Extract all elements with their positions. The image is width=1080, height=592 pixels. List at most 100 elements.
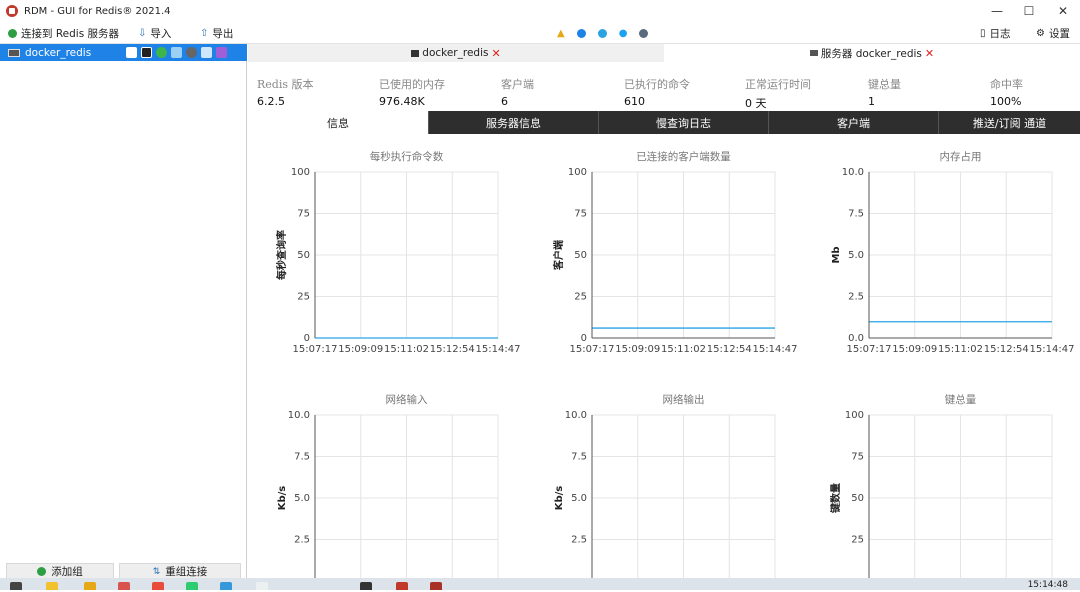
y-axis-label: 客户端 <box>552 240 565 271</box>
subtab-server-info[interactable]: 服务器信息 <box>428 111 598 134</box>
tab-label: docker_redis <box>422 47 489 59</box>
server-subtabs: 信息 服务器信息 慢查询日志 客户端 推送/订阅 通道 <box>248 111 1080 134</box>
help-icon[interactable] <box>576 28 586 38</box>
y-axis-label: 键数量 <box>829 483 842 514</box>
stat-value: 1 <box>868 95 875 108</box>
log-icon: ▯ <box>980 27 986 39</box>
stat-value: 6 <box>501 95 508 108</box>
export-label: 导出 <box>212 27 234 40</box>
y-tick-label: 75 <box>574 209 587 220</box>
twitter-icon[interactable]: ● <box>619 28 628 39</box>
window-title: RDM - GUI for Redis® 2021.4 <box>24 5 171 17</box>
explorer-icon[interactable] <box>46 582 58 590</box>
y-tick-label: 100 <box>845 410 864 421</box>
subtab-pubsub[interactable]: 推送/订阅 通道 <box>938 111 1080 134</box>
stat-label: 已使用的内存 <box>379 78 445 91</box>
stat-label: 键总量 <box>868 78 901 91</box>
y-tick-label: 50 <box>574 250 587 261</box>
chart-svg: 网络输入 Kb/s 2.5 5.0 7.5 10.0 <box>277 393 499 589</box>
delete-icon[interactable] <box>216 47 227 58</box>
database-icon[interactable] <box>126 47 137 58</box>
disconnect-icon[interactable] <box>171 47 182 58</box>
settings-button[interactable]: ⚙ 设置 <box>1036 25 1070 41</box>
x-tick-label: 15:14:47 <box>753 344 798 355</box>
reload-icon[interactable] <box>156 47 167 58</box>
gear-icon[interactable] <box>186 47 197 58</box>
search-icon[interactable] <box>256 582 268 590</box>
y-tick-label: 5.0 <box>294 493 310 504</box>
console-icon[interactable] <box>141 47 152 58</box>
chart-title: 网络输出 <box>663 393 705 406</box>
rdm-taskbar-icon[interactable] <box>396 582 408 590</box>
app-icon[interactable] <box>118 582 130 590</box>
community-links: ▲ ● <box>557 25 649 41</box>
edit-icon[interactable] <box>201 47 212 58</box>
y-tick-label: 75 <box>851 452 864 463</box>
chat-icon[interactable] <box>186 582 198 590</box>
stat-value: 0 天 <box>745 97 767 110</box>
connection-name: docker_redis <box>25 46 92 59</box>
telegram-icon[interactable] <box>597 28 607 38</box>
stat-value: 100% <box>990 95 1022 108</box>
chart-memory-usage: 内存占用 Mb 0.0 2.5 5.0 7.5 10.0 15:07:17 15:09:09 15… <box>817 146 1077 369</box>
stat-label: 已执行的命令 <box>624 78 690 91</box>
tab-server-docker-redis[interactable]: 服务器 docker_redis ✕ <box>664 44 1080 62</box>
y-tick-label: 7.5 <box>848 209 864 220</box>
y-axis-label: Mb <box>831 246 842 263</box>
import-icon: ⇩ <box>138 27 147 39</box>
settings-label: 设置 <box>1048 27 1070 40</box>
subtab-slowlog[interactable]: 慢查询日志 <box>598 111 768 134</box>
y-tick-label: 50 <box>297 250 310 261</box>
chart-commands-per-sec: 每秒执行命令数 每秒查询率 0 25 50 75 100 15:07:17 15:09:09 15… <box>263 146 523 369</box>
y-tick-label: 0 <box>304 333 310 344</box>
tab-close-icon[interactable]: ✕ <box>491 47 500 60</box>
chart-svg: 内存占用Mb0.02.55.07.510.015:07:17 15:09:09 15… <box>831 150 1074 355</box>
rdm-active-icon[interactable] <box>430 582 442 590</box>
server-icon <box>809 50 818 56</box>
subtab-info[interactable]: 信息 <box>248 111 428 134</box>
x-tick-label: 15:09:09 <box>615 344 660 355</box>
connect-button[interactable]: 连接到 Redis 服务器 <box>8 25 119 41</box>
chart-title: 键总量 <box>945 393 977 406</box>
windows-taskbar: 15:14:48 <box>0 578 1080 590</box>
editor-icon[interactable] <box>220 582 232 590</box>
export-button[interactable]: ⇧ 导出 <box>200 25 233 41</box>
chart-svg: 网络输出 Kb/s 2.5 5.0 7.5 10.0 <box>554 393 776 589</box>
tool-icon[interactable] <box>360 582 372 590</box>
chart-svg: 已连接的客户端数量客户端025507510015:07:17 15:09:09 15… <box>552 150 798 355</box>
y-tick-label: 5.0 <box>571 493 587 504</box>
y-axis-label: Kb/s <box>554 486 565 511</box>
minimize-button[interactable]: — <box>980 0 1014 22</box>
folder-icon[interactable] <box>84 582 96 590</box>
taskbar-clock: 15:14:48 <box>1027 580 1068 590</box>
y-tick-label: 0 <box>581 333 587 344</box>
browser-icon[interactable] <box>152 582 164 590</box>
stat-label: Redis 版本 <box>257 78 314 91</box>
warning-icon[interactable]: ▲ <box>557 28 565 39</box>
subtab-clients[interactable]: 客户端 <box>768 111 938 134</box>
y-tick-label: 7.5 <box>571 452 587 463</box>
maximize-button[interactable]: ☐ <box>1012 0 1046 22</box>
import-button[interactable]: ⇩ 导入 <box>138 25 171 41</box>
tab-close-icon[interactable]: ✕ <box>925 47 934 60</box>
chart-svg: 键总量键数量 25 50 75 100 <box>829 393 1053 589</box>
main-toolbar: 连接到 Redis 服务器 ⇩ 导入 ⇧ 导出 ▲ ● ▯ 日志 ⚙ 设置 <box>0 22 1080 44</box>
log-button[interactable]: ▯ 日志 <box>980 25 1011 41</box>
server-icon <box>8 48 20 57</box>
connection-actions <box>126 47 227 58</box>
x-tick-label: 15:14:47 <box>476 344 521 355</box>
chart-svg: 每秒执行命令数每秒查询率025507510015:07:17 15:09:09 15… <box>275 150 521 355</box>
y-tick-label: 0.0 <box>848 333 864 344</box>
connection-item[interactable]: docker_redis <box>0 44 247 61</box>
chart-network-input: 网络输入 Kb/s 2.5 5.0 7.5 10.0 <box>263 389 523 592</box>
tab-docker-redis[interactable]: docker_redis ✕ <box>248 44 664 62</box>
y-tick-label: 10.0 <box>842 167 864 178</box>
close-button[interactable]: ✕ <box>1046 0 1080 22</box>
start-icon[interactable] <box>10 582 22 590</box>
github-icon[interactable] <box>639 28 649 38</box>
connection-sidebar: docker_redis 添加组 ⇅ 重组连接 <box>0 44 247 582</box>
chart-title: 每秒执行命令数 <box>370 150 444 163</box>
y-tick-label: 2.5 <box>571 535 587 546</box>
y-tick-label: 2.5 <box>294 535 310 546</box>
y-tick-label: 7.5 <box>294 452 310 463</box>
